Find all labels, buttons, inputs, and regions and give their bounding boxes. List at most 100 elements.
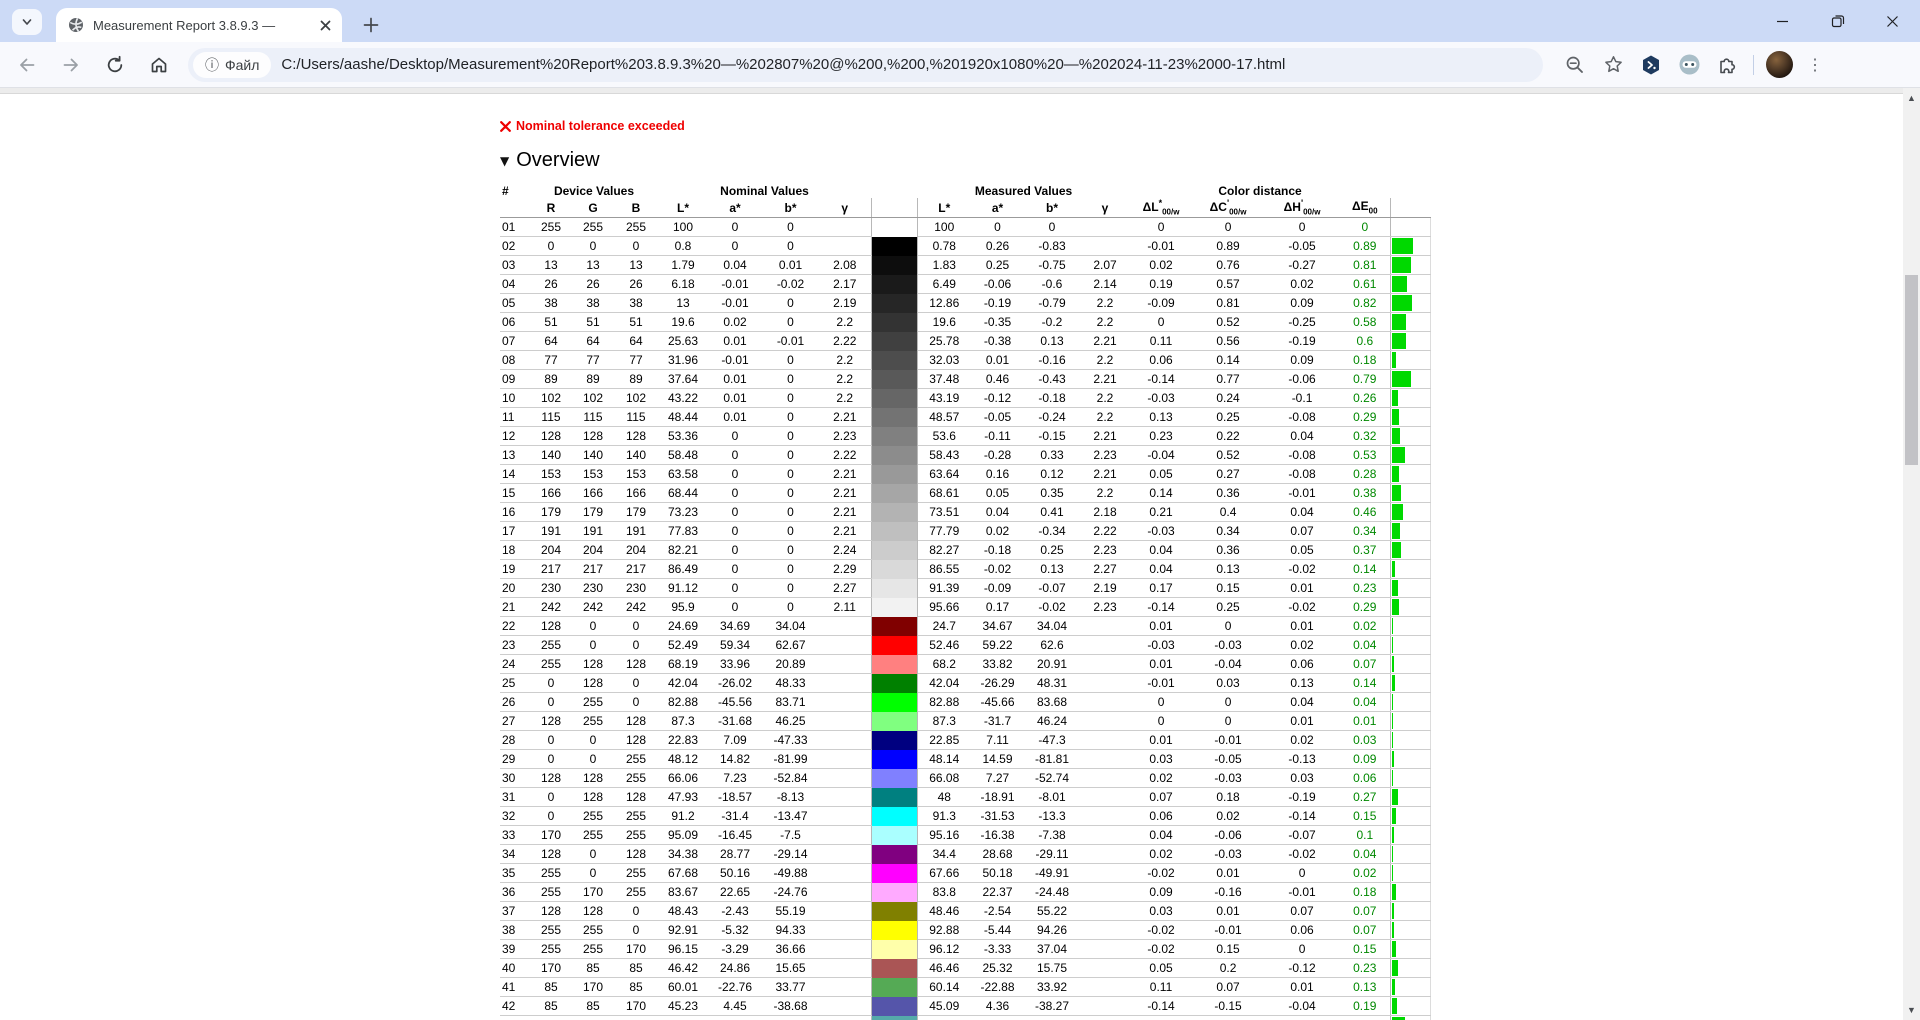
delta-l-cell: 0.13 [1130, 407, 1193, 427]
device-r-cell: 0 [530, 749, 572, 769]
nominal-b-cell: 0 [762, 369, 819, 389]
device-g-cell: 0 [572, 616, 614, 636]
nominal-b-cell: -13.47 [762, 806, 819, 826]
group-header-cell: # [502, 184, 509, 198]
delta-e-cell: 0.29 [1340, 407, 1391, 427]
delta-e-cell: 0.14 [1340, 673, 1391, 693]
device-b-cell: 255 [614, 217, 658, 237]
sub-header-row: R G B L* a* b* γ L* a* b* γ ΔL*00/w ΔC'00/w ΔH'00/w ΔE… [500, 198, 1431, 218]
tab-search-button[interactable] [12, 9, 42, 35]
nominal-b-cell: 33.77 [762, 977, 819, 997]
delta-e-cell: 0.07 [1340, 920, 1391, 940]
device-r-cell: 153 [530, 464, 572, 484]
nominal-gamma-cell [819, 749, 872, 769]
nominal-b-cell: 20.89 [762, 654, 819, 674]
delta-e-cell: 0.38 [1340, 483, 1391, 503]
nominal-gamma-cell: 2.22 [819, 331, 872, 351]
minimize-button[interactable] [1755, 0, 1810, 42]
table-row: 04 26 26 26 6.18 -0.01 -0.02 2.17 6.49 -0.06 -0.6 2… [500, 274, 1431, 294]
device-b-cell: 255 [614, 768, 658, 788]
nominal-gamma-cell: 2.2 [819, 312, 872, 332]
measured-gamma-cell [1080, 920, 1131, 940]
file-scheme-chip[interactable]: ⓘ Файл [193, 51, 272, 78]
scrollbar-down-arrow[interactable]: ▼ [1903, 1002, 1920, 1018]
extension-devtool-icon[interactable] [1635, 49, 1667, 81]
zoom-out-indicator-button[interactable] [1559, 49, 1591, 81]
color-swatch [870, 977, 918, 997]
tab-close-button[interactable] [316, 16, 334, 34]
color-swatch [870, 1015, 918, 1020]
nominal-a-cell: 0.01 [708, 407, 762, 427]
nominal-gamma-cell: 2.24 [819, 540, 872, 560]
nominal-a-cell: -45.56 [708, 692, 762, 712]
nominal-gamma-cell [819, 996, 872, 1016]
delta-l-cell: 0.17 [1130, 578, 1193, 598]
extensions-puzzle-button[interactable] [1711, 49, 1743, 81]
home-button[interactable] [142, 48, 176, 82]
delta-e-bar [1391, 846, 1393, 862]
device-r-cell: 170 [530, 825, 572, 845]
table-row: 37 128 128 0 48.43 -2.43 55.19 48.46 -2.54 55.22 0… [500, 901, 1431, 921]
forward-button[interactable] [54, 48, 88, 82]
device-r-cell: 255 [530, 882, 572, 902]
delta-l-cell: 0 [1130, 312, 1193, 332]
delta-h-cell: 0.09 [1264, 293, 1341, 313]
bookmark-star-button[interactable] [1597, 49, 1629, 81]
measured-a-cell: -0.19 [971, 293, 1025, 313]
extension-robot-icon[interactable] [1673, 49, 1705, 81]
color-swatch [870, 369, 918, 389]
delta-e-bar [1391, 865, 1393, 881]
overview-section-header[interactable]: ▼ Overview [500, 148, 1440, 173]
measured-l-cell: 0.78 [917, 236, 972, 256]
device-r-cell: 128 [530, 616, 572, 636]
measured-a-cell: -26.29 [971, 673, 1025, 693]
scrollbar-up-arrow[interactable]: ▲ [1903, 90, 1920, 106]
delta-h-cell: -0.25 [1264, 312, 1341, 332]
color-swatch [870, 806, 918, 826]
measured-gamma-cell: 2.19 [1080, 578, 1131, 598]
device-b-cell: 102 [614, 388, 658, 408]
device-r-cell: 0 [530, 730, 572, 750]
delta-h-cell: 0.02 [1264, 635, 1341, 655]
device-r-cell: 26 [530, 274, 572, 294]
delta-e-cell: 0.26 [1340, 388, 1391, 408]
delta-e-bar-cell [1389, 255, 1431, 275]
device-g-cell: 85 [572, 996, 614, 1016]
measured-gamma-cell [1080, 616, 1131, 636]
scrollbar-thumb[interactable] [1905, 275, 1918, 465]
delta-e-bar-cell [1389, 597, 1431, 617]
close-window-button[interactable] [1865, 0, 1920, 42]
color-swatch [870, 616, 918, 636]
nominal-gamma-cell [819, 616, 872, 636]
delta-h-cell: -0.1 [1264, 388, 1341, 408]
device-b-cell: 179 [614, 502, 658, 522]
measured-a-cell: -45.66 [971, 692, 1025, 712]
nominal-l-cell: 24.69 [658, 616, 708, 636]
nominal-a-cell: 0.01 [708, 369, 762, 389]
restore-button[interactable] [1810, 0, 1865, 42]
browser-tab[interactable]: Measurement Report 3.8.9.3 — [56, 8, 342, 42]
measured-gamma-cell [1080, 768, 1131, 788]
profile-avatar[interactable] [1766, 51, 1793, 78]
nominal-a-cell: 59.34 [708, 635, 762, 655]
measured-a-cell: 0.17 [971, 597, 1025, 617]
nominal-gamma-cell: 2.23 [819, 426, 872, 446]
measured-l-cell: 96.12 [917, 939, 972, 959]
measured-a-cell: -31.7 [971, 711, 1025, 731]
table-row: 23 255 0 0 52.49 59.34 62.67 52.46 59.22 62.6 -0.0… [500, 635, 1431, 655]
nominal-l-cell: 53.36 [658, 426, 708, 446]
row-id-cell: 06 [500, 312, 530, 332]
nominal-a-cell: 33.96 [708, 654, 762, 674]
vertical-scrollbar[interactable]: ▲ ▼ [1903, 88, 1920, 1020]
delta-e-bar [1391, 447, 1405, 463]
measured-b-cell: -49.91 [1024, 863, 1081, 883]
reload-button[interactable] [98, 48, 132, 82]
new-tab-button[interactable] [356, 10, 386, 40]
back-button[interactable] [10, 48, 44, 82]
measured-b-cell: 0.41 [1024, 502, 1081, 522]
url-bar[interactable]: ⓘ Файл C:/Users/aashe/Desktop/Measuremen… [188, 47, 1543, 82]
menu-kebab-button[interactable]: ⋮ [1799, 49, 1831, 81]
delta-e-cell: 0.6 [1340, 331, 1391, 351]
nominal-a-cell: -18.57 [708, 787, 762, 807]
nominal-b-cell: 0 [762, 502, 819, 522]
